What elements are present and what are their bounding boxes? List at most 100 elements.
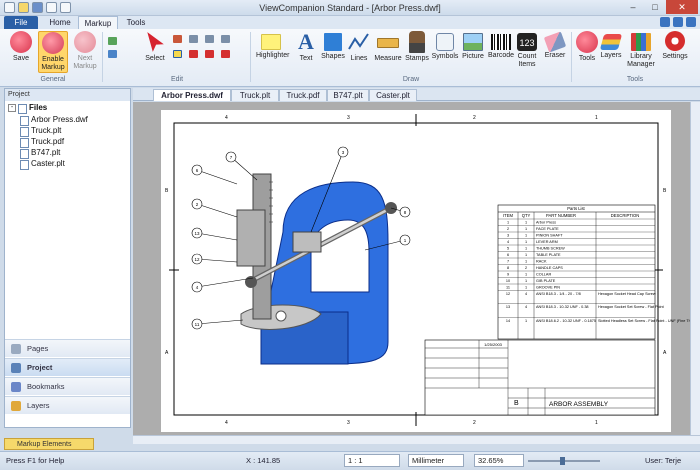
layers-button[interactable]: Layers	[597, 31, 625, 60]
highlighter-button[interactable]: Highlighter	[256, 31, 289, 60]
maximize-button[interactable]: □	[644, 0, 666, 14]
library-manager-icon	[631, 33, 651, 51]
doc-tab[interactable]: B747.plt	[327, 89, 369, 101]
tab-tools[interactable]: Tools	[120, 16, 152, 29]
parts-cell: 1	[525, 273, 527, 277]
text-color-icon[interactable]	[221, 50, 230, 58]
tab-home[interactable]: Home	[44, 16, 76, 29]
scale-select[interactable]: 1 : 1	[344, 454, 400, 467]
bookmarks-icon	[11, 382, 21, 392]
barcode-icon	[491, 34, 511, 50]
drawing-canvas[interactable]: 4321 4321 BABA 7 3 6 2 13 12 4 11 8 1 Pa…	[133, 102, 700, 435]
balloon-label: 11	[195, 322, 200, 327]
next-markup-button[interactable]: Next Markup	[70, 31, 100, 71]
zoom-slider-thumb[interactable]	[560, 457, 565, 465]
line-style-icon[interactable]	[189, 35, 198, 43]
parts-cell: GIB PLATE	[536, 279, 556, 283]
highlighter-icon	[261, 34, 281, 50]
project-panel: Project - Files Arbor Press.dwf Truck.pl…	[4, 88, 131, 428]
document-tabs: Arbor Press.dwf Truck.plt Truck.pdf B747…	[133, 88, 700, 101]
zoom-select[interactable]: 32.65%	[474, 454, 524, 467]
pen-color-icon[interactable]	[205, 50, 214, 58]
drawing-sheet[interactable]: 4321 4321 BABA 7 3 6 2 13 12 4 11 8 1 Pa…	[133, 102, 690, 435]
undo-icon[interactable]	[173, 35, 182, 43]
window-controls: – □ ✕	[622, 0, 698, 14]
tree-file-item[interactable]: Truck.pdf	[19, 136, 64, 148]
doc-tab[interactable]: Truck.pdf	[279, 89, 327, 101]
doc-tab[interactable]: Truck.plt	[231, 89, 279, 101]
parts-cell: 1	[525, 221, 527, 225]
layers-icon	[11, 401, 21, 411]
nav-pages[interactable]: Pages	[5, 339, 130, 357]
arbor-press-illustration	[236, 173, 397, 365]
measure-icon	[377, 38, 399, 48]
close-doc-icon[interactable]	[686, 17, 696, 27]
nav-bookmarks[interactable]: Bookmarks	[5, 377, 130, 395]
tree-file-item[interactable]: B747.plt	[19, 147, 60, 159]
parts-cell: 1	[525, 227, 527, 231]
parts-cell: HANDLE CAPS	[536, 266, 563, 270]
settings-button[interactable]: Settings	[660, 31, 690, 61]
parts-cell: 2	[525, 266, 527, 270]
symbols-button[interactable]: Symbols	[430, 31, 460, 61]
vertical-scrollbar[interactable]	[690, 102, 700, 435]
eraser-button[interactable]: Eraser	[540, 31, 570, 60]
parts-cell: 4	[525, 292, 527, 296]
next-markup-icon	[74, 31, 96, 53]
library-manager-button[interactable]: Library Manager	[624, 31, 658, 69]
barcode-button[interactable]: Barcode	[484, 31, 518, 60]
measure-button[interactable]: Measure	[372, 31, 404, 63]
tree-root-files[interactable]: Files	[17, 102, 47, 114]
minimize-button[interactable]: –	[622, 0, 644, 14]
save-button[interactable]: Save	[6, 31, 36, 63]
title-block: 1/25/2003 B ARBOR ASSEMBLY	[424, 339, 656, 416]
unit-select[interactable]: Millimeter	[408, 454, 464, 467]
nav-project[interactable]: Project	[5, 358, 130, 376]
shapes-icon	[324, 33, 342, 51]
nav-layers[interactable]: Layers	[5, 396, 130, 414]
horizontal-scrollbar[interactable]	[133, 435, 700, 444]
tree-file-item[interactable]: Arbor Press.dwf	[19, 114, 88, 126]
pages-icon	[11, 344, 21, 354]
collapse-icon[interactable]: -	[8, 104, 16, 112]
arrange-icon[interactable]	[221, 35, 230, 43]
enable-markup-icon	[42, 32, 64, 54]
save-icon	[10, 31, 32, 53]
group-icon[interactable]	[108, 37, 117, 45]
restore-icon[interactable]	[673, 17, 683, 27]
select-button[interactable]: Select	[140, 31, 170, 63]
ungroup-icon[interactable]	[108, 50, 117, 58]
balloon-label: 12	[194, 257, 200, 262]
text-button[interactable]: A Text	[291, 31, 321, 63]
lines-icon	[348, 31, 370, 53]
count-items-button[interactable]: 123 Count Items	[514, 31, 540, 69]
stamps-button[interactable]: Stamps	[402, 31, 432, 63]
line-color-icon[interactable]	[189, 50, 198, 58]
parts-cell: 11	[506, 286, 510, 290]
markup-elements-tab[interactable]: Markup Elements	[4, 438, 94, 450]
parts-cell: 14	[506, 319, 510, 323]
tree-file-item[interactable]: Truck.plt	[19, 125, 61, 137]
lines-button[interactable]: Lines	[344, 31, 374, 63]
tab-file[interactable]: File	[4, 16, 38, 29]
svg-text:3: 3	[347, 420, 350, 426]
tree-file-item[interactable]: Caster.plt	[19, 158, 65, 170]
parts-cell: Slotted Headless Set Screw - Flat Point …	[598, 319, 690, 323]
parts-cell: 1	[525, 240, 527, 244]
parts-cell: 6	[507, 253, 509, 257]
tab-markup[interactable]: Markup	[78, 16, 118, 29]
help-icon[interactable]	[660, 17, 670, 27]
doc-tab[interactable]: Caster.plt	[369, 89, 417, 101]
close-button[interactable]: ✕	[666, 0, 698, 14]
svg-text:2: 2	[473, 115, 476, 121]
parts-cell: 1	[525, 234, 527, 238]
parts-cell: 10	[506, 279, 510, 283]
window-title: ViewCompanion Standard - [Arbor Press.dw…	[259, 3, 441, 13]
line-weight-icon[interactable]	[205, 35, 214, 43]
enable-markup-button[interactable]: Enable Markup	[38, 31, 68, 73]
svg-text:1: 1	[595, 420, 598, 426]
parts-cell: 4	[507, 240, 509, 244]
fill-icon[interactable]	[173, 50, 182, 58]
picture-icon	[463, 33, 483, 51]
doc-tab[interactable]: Arbor Press.dwf	[153, 89, 231, 101]
